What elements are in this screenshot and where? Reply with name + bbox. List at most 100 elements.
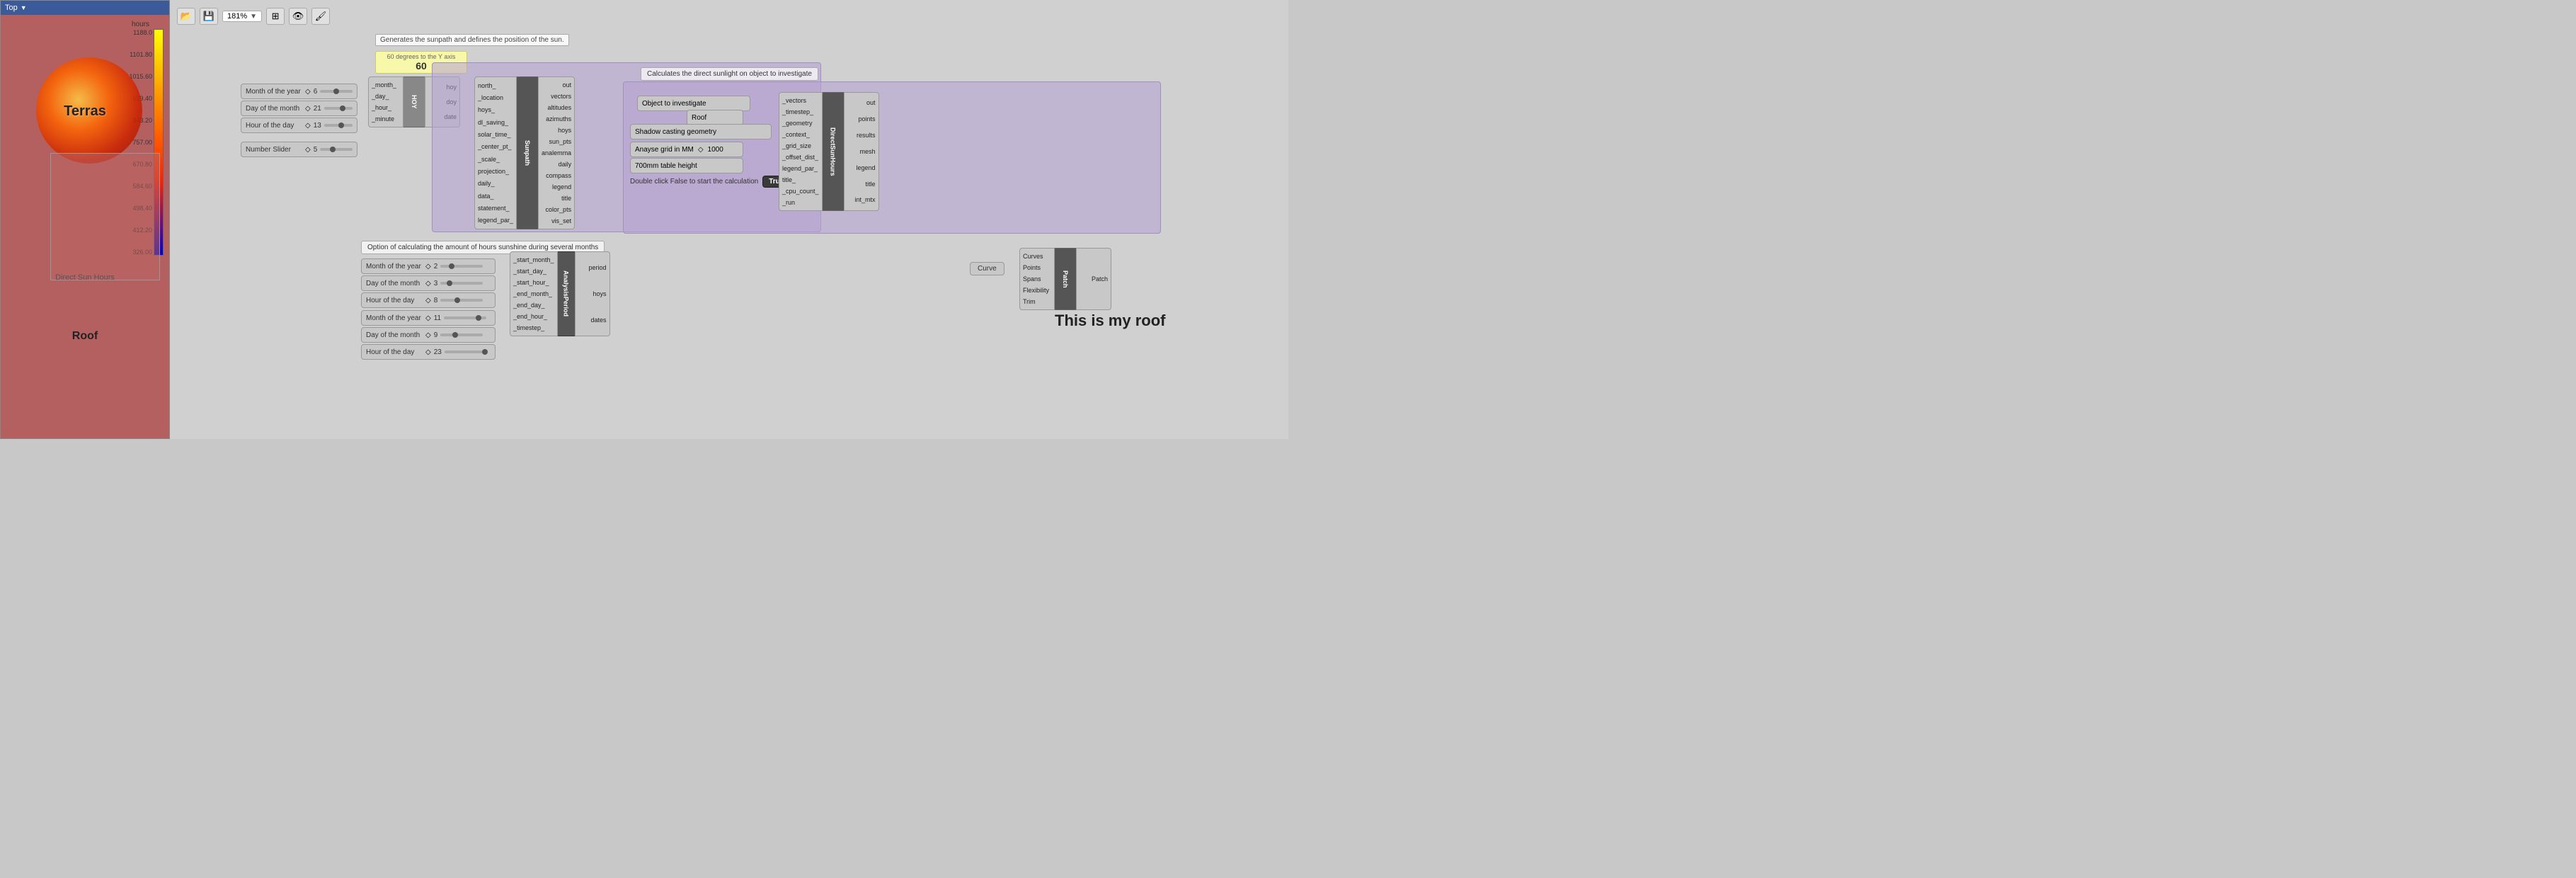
sp-out-out: out: [539, 79, 574, 91]
ap-day1-track[interactable]: [440, 282, 483, 285]
fit-button[interactable]: ⊞: [266, 8, 285, 25]
dsh-in-context: _context_: [779, 129, 822, 140]
ap-slider-month2[interactable]: Month of the year ◇ 11: [361, 310, 496, 326]
run-label: Double click False to start the calculat…: [630, 178, 758, 186]
sp-in-solartime: solar_time_: [475, 129, 516, 140]
slider-hour-value: 13: [314, 122, 321, 130]
ap-hour1-icon: ◇: [425, 297, 431, 304]
dsh-in-offset: _offset_dist_: [779, 152, 822, 163]
ap-day1-label: Day of the month: [366, 280, 423, 287]
ap-slider-hour2[interactable]: Hour of the day ◇ 23: [361, 344, 496, 360]
sp-out-visset: vis_set: [539, 215, 574, 227]
patch-out: Patch: [1077, 273, 1111, 285]
slider-day-value: 21: [314, 105, 321, 113]
slider-month-icon: ◇: [305, 88, 311, 96]
sp-in-statement: statement_: [475, 203, 516, 214]
slider-day-track[interactable]: [324, 107, 353, 110]
slider-month-track[interactable]: [320, 90, 353, 93]
sp-out-hoys: hoys: [539, 125, 574, 136]
dsh-in-cpu: _cpu_count_: [779, 186, 822, 197]
shadow-casting-label: Shadow casting geometry: [635, 128, 716, 136]
ap-month2-track[interactable]: [444, 317, 486, 319]
ap-slider-day1[interactable]: Day of the month ◇ 3: [361, 275, 496, 291]
ap-out-hoys: hoys: [576, 288, 609, 300]
viewport-dropdown-icon[interactable]: ▼: [21, 4, 27, 11]
number-slider-track[interactable]: [320, 148, 353, 151]
ap-slider-hour1[interactable]: Hour of the day ◇ 8: [361, 292, 496, 308]
sp-in-north: north_: [475, 80, 516, 91]
ap-hour2-track[interactable]: [445, 350, 487, 353]
patch-in-trim: Trim: [1020, 296, 1054, 307]
dsh-out-points: points: [845, 113, 878, 125]
ap-slider-day2[interactable]: Day of the month ◇ 9: [361, 327, 496, 343]
sp-out-altitudes: altitudes: [539, 102, 574, 113]
patch-in-curves: Curves: [1020, 251, 1054, 262]
ap-in-startday: _start_day_: [510, 266, 557, 277]
open-button[interactable]: 📂: [177, 8, 195, 25]
ap-out-dates: dates: [576, 314, 609, 326]
save-button[interactable]: 💾: [200, 8, 218, 25]
analyse-grid-value: 1000: [708, 146, 723, 154]
number-slider[interactable]: Number Slider ◇ 5: [241, 142, 357, 157]
terras-label: Terras: [64, 103, 106, 120]
ap-hour2-label: Hour of the day: [366, 348, 423, 356]
ap-hour2-icon: ◇: [425, 348, 431, 356]
sp-in-scale: _scale_: [475, 154, 516, 165]
ap-in-endmonth: _end_month_: [510, 288, 557, 300]
ap-hour1-track[interactable]: [440, 299, 483, 302]
dsh-out-results: results: [845, 130, 878, 141]
number-slider-label: Number Slider: [246, 146, 302, 154]
curve-node: Curve: [970, 262, 1004, 275]
zoom-value: 181%: [227, 12, 247, 21]
toolbar: 📂 💾 181% ▼ ⊞ 👁 🖌: [170, 6, 1288, 27]
ap-month1-label: Month of the year: [366, 263, 423, 270]
ap-month1-track[interactable]: [440, 265, 483, 268]
ap-slider-month1[interactable]: Month of the year ◇ 2: [361, 258, 496, 274]
ap-inputs: _start_month_ _start_day_ _start_hour_ _…: [510, 251, 558, 336]
sp-out-colorpts: color_pts: [539, 204, 574, 215]
zoom-control[interactable]: 181% ▼: [222, 11, 262, 22]
dsh-body: DirectSunHours: [823, 92, 844, 211]
sp-in-legendpar: legend_par_: [475, 215, 516, 226]
ap-out-period: period: [576, 262, 609, 273]
slider-month[interactable]: Month of the year ◇ 6: [241, 84, 357, 99]
ap-day1-icon: ◇: [425, 280, 431, 287]
ap-month1-icon: ◇: [425, 263, 431, 270]
ap-day2-track[interactable]: [440, 333, 483, 336]
ap-day1-value: 3: [434, 280, 438, 287]
sp-out-azimuths: azimuths: [539, 113, 574, 125]
hoy-input-month: _month_: [369, 79, 403, 91]
sp-in-location: _location: [475, 92, 516, 103]
scale-value-0: 1188.0: [129, 29, 152, 36]
slider-day-label: Day of the month: [246, 105, 302, 113]
viewport-title: Top: [5, 4, 18, 12]
slider-day[interactable]: Day of the month ◇ 21: [241, 101, 357, 116]
ap-in-endhour: _end_hour_: [510, 311, 557, 322]
slider-month-value: 6: [314, 88, 318, 96]
scale-unit-label: hours: [132, 21, 149, 28]
roof-rect: [50, 153, 160, 280]
ap-in-starthour: _start_hour_: [510, 277, 557, 288]
sp-out-legend: legend: [539, 181, 574, 193]
sunpath-outputs: out vectors altitudes azimuths hoys sun_…: [538, 76, 575, 229]
scale-value-2: 1015.60: [129, 73, 152, 80]
sp-out-vectors: vectors: [539, 91, 574, 102]
panel-60deg-label: 60 degrees to the Y axis: [382, 53, 461, 60]
sunpath-inputs: north_ _location hoys_ dl_saving_ solar_…: [474, 76, 517, 229]
ap-day2-icon: ◇: [425, 331, 431, 339]
ap-hour1-value: 8: [434, 297, 438, 304]
slider-hour-icon: ◇: [305, 122, 311, 130]
roof-input-label: Roof: [692, 114, 706, 122]
analyse-grid-label: Anayse grid in MM: [635, 146, 694, 154]
paint-button[interactable]: 🖌: [311, 8, 330, 25]
zoom-dropdown-icon[interactable]: ▼: [250, 13, 257, 21]
ap-outputs: period hoys dates: [575, 251, 610, 336]
dsh-in-gridsize: _grid_size: [779, 140, 822, 152]
eye-button[interactable]: 👁: [289, 8, 307, 25]
object-to-investigate-label: Object to investigate: [642, 100, 706, 108]
gh-canvas: 📂 💾 181% ▼ ⊞ 👁 🖌 Generates the sunpath a…: [170, 0, 1288, 439]
slider-hour-label: Hour of the day: [246, 122, 302, 130]
slider-hour-track[interactable]: [324, 124, 353, 127]
slider-hour[interactable]: Hour of the day ◇ 13: [241, 118, 357, 133]
viewport-header[interactable]: Top ▼: [1, 1, 169, 15]
